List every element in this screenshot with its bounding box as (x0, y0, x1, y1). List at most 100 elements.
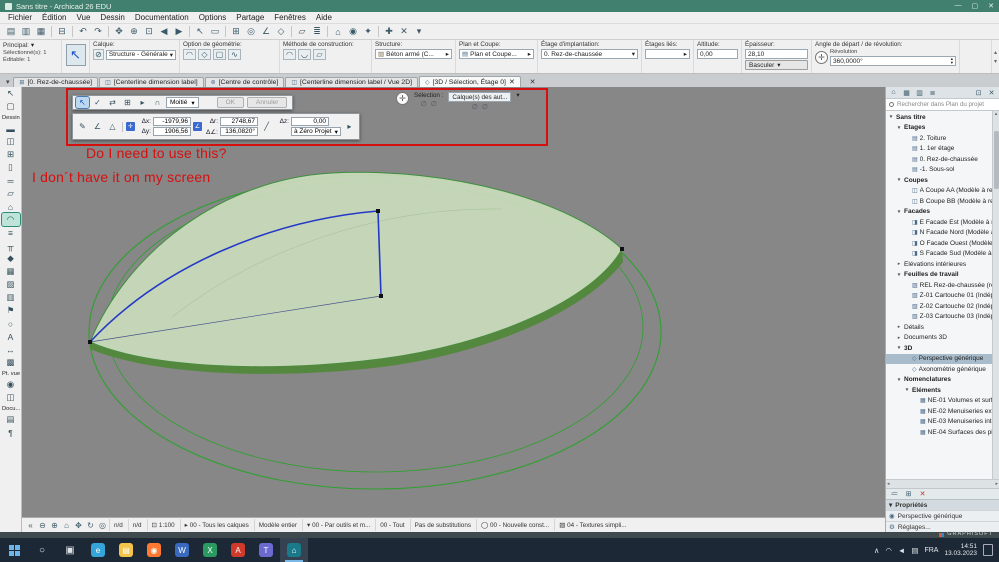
toolbar-icon[interactable] (327, 26, 328, 37)
tree-item[interactable]: ◇ Axonométrie générique (886, 364, 992, 375)
suspend-groups-icon[interactable]: ▱ (295, 25, 309, 38)
word-icon[interactable]: W (168, 538, 196, 562)
project-map-icon[interactable]: ⌂ (888, 88, 899, 98)
tree-item[interactable]: ▾ Facades (886, 207, 992, 218)
3d-viewport[interactable]: ↖ ✓ ⇄ ⊞ ▸ ∩ Moitié ▾ OK Annuler ✎ ∠ △ ✛ … (22, 87, 885, 517)
tracker-compass-icon[interactable]: ✛ (396, 92, 409, 105)
stair-tool-icon[interactable]: ≡ (2, 226, 20, 239)
current-view-row[interactable]: ◉ Perspective générique (886, 510, 999, 521)
xy-lock-icon[interactable]: ✛ (126, 122, 135, 131)
column-tool-icon[interactable]: ▯ (2, 161, 20, 174)
network-icon[interactable]: ▤ (911, 546, 918, 555)
renovation-filter-field[interactable]: ◯ 00 - Nouvelle const... (475, 519, 553, 531)
pan-icon[interactable]: ✥ (73, 520, 84, 531)
tree-item[interactable]: ▧ Z-03 Cartouche 03 (Indépe (886, 312, 992, 323)
tree-item[interactable]: ▾ Éléments (886, 385, 992, 396)
toolbox-design-header[interactable]: Dessin (0, 113, 21, 122)
tree-chevron-icon[interactable]: ▾ (904, 387, 910, 393)
explore-icon[interactable]: ◎ (97, 520, 108, 531)
infobox-scroll-arrows[interactable]: ▴ ▾ (990, 40, 999, 73)
3d-style-field[interactable]: ▨ 04 - Textures simpli... (554, 519, 630, 531)
move-node-icon[interactable]: ⇄ (106, 97, 119, 108)
selection-override-icon[interactable]: ∅ (421, 100, 427, 108)
tree-chevron-icon[interactable]: ▾ (896, 377, 902, 383)
tab-list-dropdown-icon[interactable]: ▾ (3, 78, 12, 87)
node-handle[interactable] (379, 294, 383, 298)
fill-tool-icon[interactable]: ▩ (2, 356, 20, 369)
graphic-overrides-field[interactable]: Pas de substitutions (409, 519, 475, 531)
tree-item[interactable]: ◨ S Facade Sud (Modèle à re (886, 249, 992, 260)
triangle-icon[interactable]: △ (106, 121, 119, 132)
open-icon[interactable]: ▥ (19, 25, 33, 38)
tree-chevron-icon[interactable]: ▾ (896, 209, 902, 215)
language-indicator[interactable]: FRA (924, 547, 938, 554)
tree-item-sans-titre[interactable]: ▾ Sans titre (886, 112, 992, 123)
pan-icon[interactable]: ✥ (112, 25, 126, 38)
angle-icon[interactable]: ∠ (91, 121, 104, 132)
firefox-icon[interactable]: ◉ (140, 538, 168, 562)
camera-viewpoint-icon[interactable]: ◉ (2, 378, 20, 391)
tree-chevron-icon[interactable]: ▸ (896, 324, 902, 330)
tree-chevron-icon[interactable]: ▾ (896, 272, 902, 278)
node-handle[interactable] (620, 247, 624, 251)
menu-item[interactable]: Fichier (3, 13, 37, 22)
marquee-tool-icon[interactable]: ▢ (2, 100, 20, 113)
text-doc-icon[interactable]: ¶ (2, 426, 20, 439)
toolbar-icon[interactable] (378, 26, 379, 37)
tree-item[interactable]: ▦ NE-01 Volumes et surface (886, 396, 992, 407)
door-tool-icon[interactable]: ◫ (2, 135, 20, 148)
section-viewpoint-icon[interactable]: ◫ (2, 391, 20, 404)
flip-button[interactable]: Basculer ▾ (745, 60, 808, 70)
revolution-compass-icon[interactable]: ✛ (815, 51, 828, 64)
altitude-input[interactable]: 0,00 (697, 49, 738, 59)
action-center-icon[interactable] (983, 544, 993, 556)
ok-button[interactable]: OK (216, 97, 245, 108)
taskbar-clock[interactable]: 14:51 13.03.2023 (944, 543, 977, 558)
dx-input[interactable]: -1979,96 (153, 117, 191, 126)
properties-collapse-icon[interactable]: ▾ (889, 501, 892, 509)
tree-item[interactable]: ▾ Nomenclatures (886, 375, 992, 386)
undo-icon[interactable]: ↶ (76, 25, 90, 38)
toolbar-icon[interactable] (72, 26, 73, 37)
menu-item[interactable]: Partage (231, 13, 269, 22)
marquee-icon[interactable]: ▭ (208, 25, 222, 38)
reference-level-dropdown[interactable]: à Zéro Projet ▾ (291, 127, 341, 136)
volume-icon[interactable]: ◄ (898, 546, 905, 555)
delete-icon[interactable]: ✕ (397, 25, 411, 38)
offset-edge-icon[interactable]: ⊞ (121, 97, 134, 108)
tree-chevron-icon[interactable]: ▾ (888, 114, 894, 120)
cancel-button[interactable]: Annuler (247, 97, 288, 108)
tree-item-perspective-generique[interactable]: ◇ Perspective générique (886, 353, 992, 364)
layers-of-selection-dropdown[interactable]: Calque(s) des aut... (448, 92, 512, 102)
dy-input[interactable]: 1906,56 (153, 127, 191, 136)
toolbar-icon[interactable] (225, 26, 226, 37)
layer-override-icon[interactable]: ∅ (482, 103, 488, 111)
tree-item[interactable]: ▤ 0. Rez-de-chaussée (886, 154, 992, 165)
tree-item[interactable]: ▾ 3D (886, 343, 992, 354)
next-option-icon[interactable]: ▸ (136, 97, 149, 108)
tree-item[interactable]: ◨ O Facade Ouest (Modèle à (886, 238, 992, 249)
layer-lock-icon[interactable]: ⊘ (93, 49, 104, 60)
toolbar-icon[interactable] (108, 26, 109, 37)
wall-tool-icon[interactable]: ▬ (2, 122, 20, 135)
slab-tool-icon[interactable]: ▱ (2, 187, 20, 200)
tray-chevron-icon[interactable]: ∧ (874, 546, 880, 555)
tree-chevron-icon[interactable]: ▾ (896, 125, 902, 131)
tree-item[interactable]: ◨ N Facade Nord (Modèle à (886, 228, 992, 239)
tree-item[interactable]: ◫ A Coupe AA (Modèle à rec (886, 186, 992, 197)
collapse-icon[interactable]: « (25, 520, 36, 531)
tree-chevron-icon[interactable]: ▾ (896, 177, 902, 183)
menu-item[interactable]: Options (194, 13, 232, 22)
layer-combination-field[interactable]: ▸ 00 - Tous les calques (179, 519, 253, 531)
window-tool-icon[interactable]: ⊞ (2, 148, 20, 161)
lamp-tool-icon[interactable]: ○ (2, 317, 20, 330)
coord-more-icon[interactable]: ▸ (343, 121, 356, 132)
save-icon[interactable]: ▦ (34, 25, 48, 38)
tree-chevron-icon[interactable]: ▸ (896, 261, 902, 267)
selection-override-icon[interactable]: ∅ (431, 100, 437, 108)
print-icon[interactable]: ⊟ (55, 25, 69, 38)
node-handle[interactable] (376, 209, 380, 213)
acrobat-icon[interactable]: A (224, 538, 252, 562)
layers-icon[interactable]: ≣ (310, 25, 324, 38)
zoom-icon[interactable]: ⊕ (127, 25, 141, 38)
